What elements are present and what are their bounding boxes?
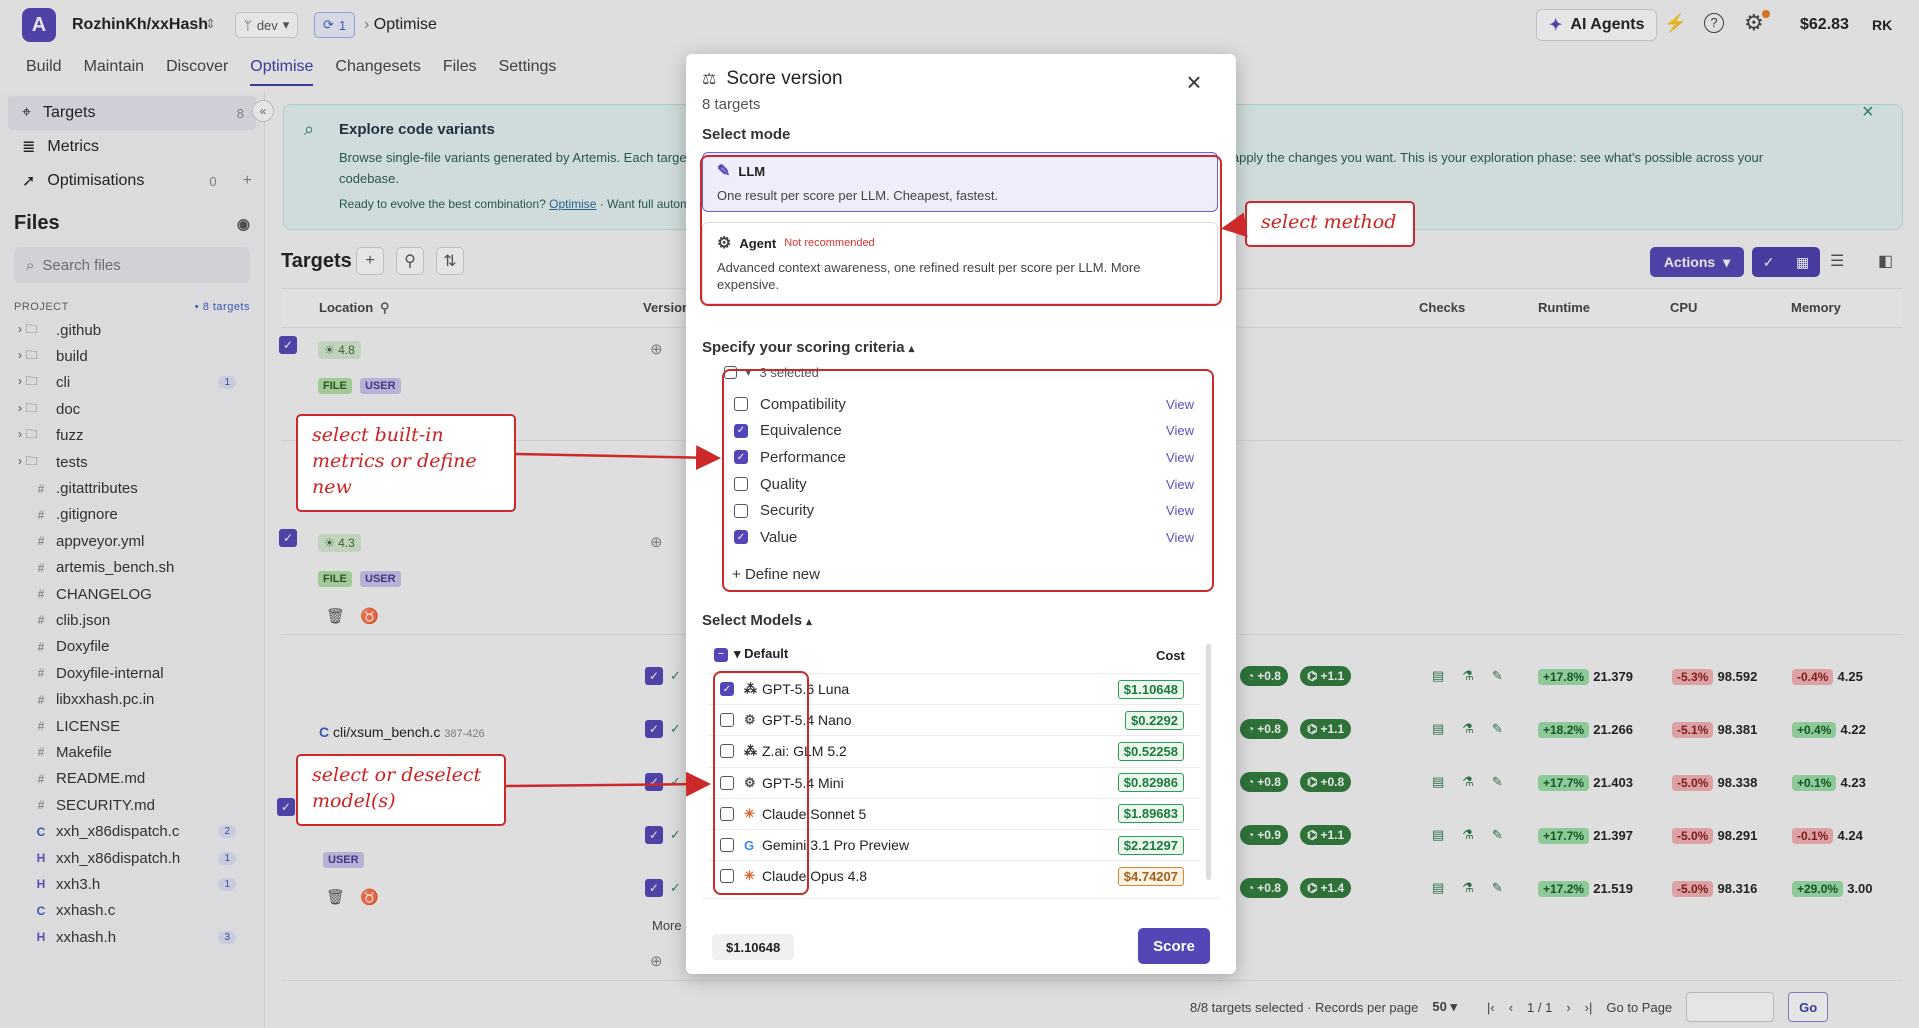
arrow-metrics [515,445,721,471]
arrow-models [505,771,711,797]
annotation-arrows [505,212,1248,797]
arrow-method [1221,212,1248,238]
